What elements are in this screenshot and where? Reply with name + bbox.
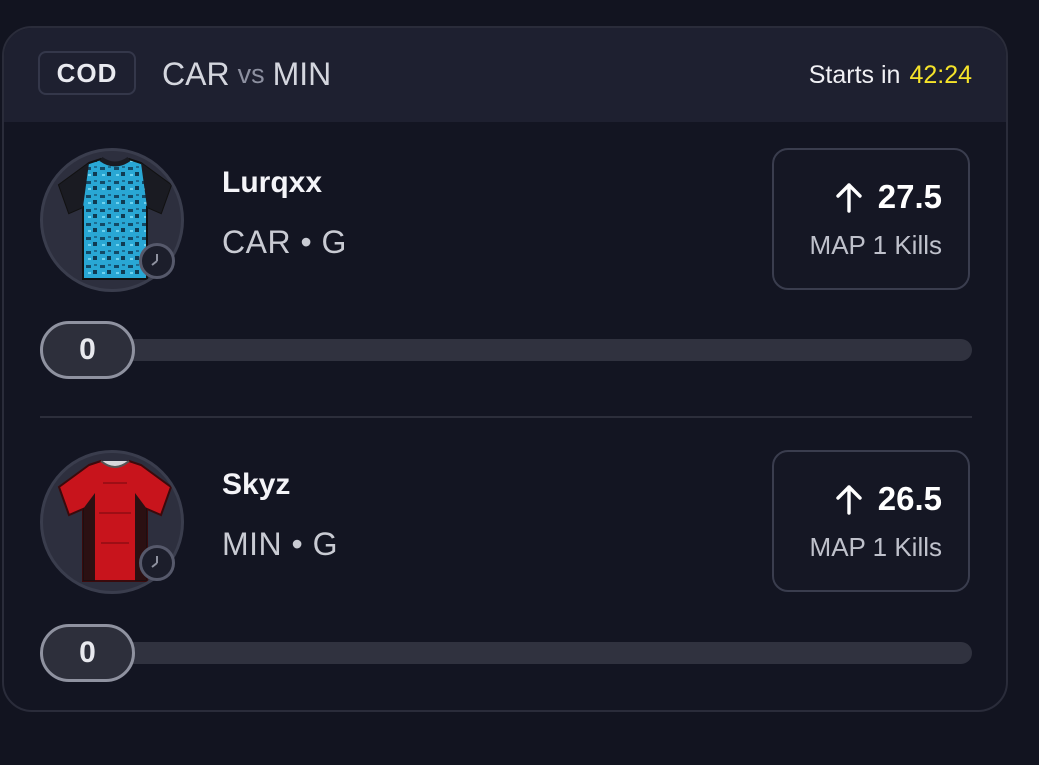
player-row-lurqxx[interactable]: Lurqxx CAR • G 27.5 MAP 1 Kills 0	[4, 122, 1006, 379]
stat-line-card[interactable]: 26.5 MAP 1 Kills	[772, 450, 970, 592]
matchup-title: CAR vs MIN	[162, 52, 331, 96]
progress-value: 0	[40, 624, 135, 682]
player-name: Skyz	[222, 468, 291, 501]
clock-icon	[139, 243, 175, 279]
team-away: MIN	[272, 55, 332, 92]
vs-label: vs	[237, 58, 265, 89]
league-badge: COD	[38, 51, 136, 95]
matchup-card: COD CAR vs MIN Starts in 42:24 Lurqxx CA…	[2, 26, 1008, 712]
line-stat-label: MAP 1 Kills	[809, 532, 942, 562]
line-value: 26.5	[877, 480, 942, 517]
line-value: 27.5	[877, 178, 942, 215]
progress-value: 0	[40, 321, 135, 379]
matchup-header: COD CAR vs MIN Starts in 42:24	[4, 28, 1006, 122]
countdown-timer: 42:24	[909, 60, 972, 89]
player-name: Lurqxx	[222, 166, 323, 199]
stat-line-card[interactable]: 27.5 MAP 1 Kills	[772, 148, 970, 290]
starts-label: Starts in	[808, 60, 901, 89]
line-stat-label: MAP 1 Kills	[809, 230, 942, 260]
arrow-up-icon	[836, 183, 862, 213]
player-team-position: CAR • G	[222, 224, 347, 260]
clock-icon	[139, 545, 175, 581]
progress-track	[40, 642, 972, 664]
progress-track	[40, 339, 972, 361]
player-row-skyz[interactable]: Skyz MIN • G 26.5 MAP 1 Kills 0	[4, 424, 1006, 682]
start-countdown: Starts in 42:24	[809, 55, 972, 95]
team-home: CAR	[162, 55, 230, 92]
arrow-up-icon	[836, 485, 862, 515]
player-team-position: MIN • G	[222, 526, 339, 562]
row-divider	[40, 416, 972, 418]
